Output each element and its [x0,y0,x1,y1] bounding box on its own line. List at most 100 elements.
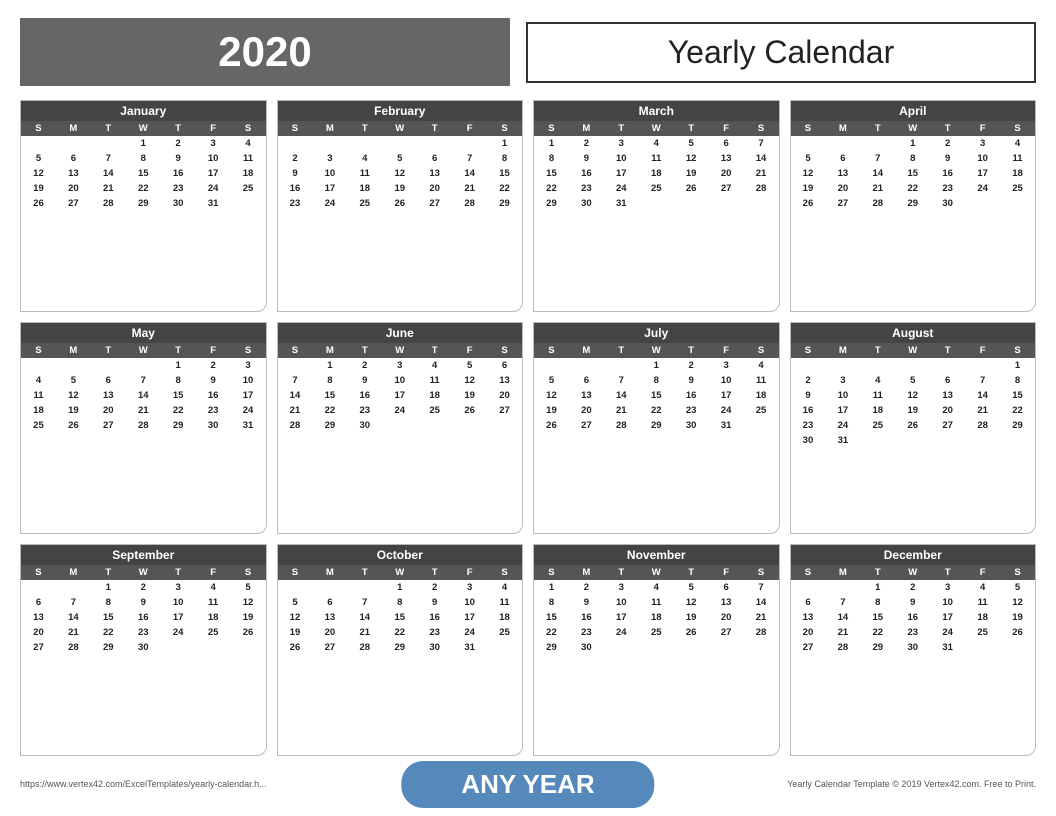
day-header-label: S [487,343,522,358]
day-cell: 31 [231,418,266,433]
day-cell: 23 [569,625,604,640]
day-cell: 1 [534,136,569,151]
day-cell-empty [965,358,1000,373]
day-cell: 22 [312,403,347,418]
day-cell: 6 [56,151,91,166]
day-header-label: S [534,343,569,358]
day-header-label: M [312,121,347,136]
day-cell: 8 [639,373,674,388]
day-header-label: T [161,565,196,580]
day-cell: 29 [534,196,569,211]
day-header-label: T [417,121,452,136]
day-cell: 17 [709,388,744,403]
day-cell: 25 [860,418,895,433]
day-cell: 30 [895,640,930,655]
day-cell: 27 [417,196,452,211]
day-cell: 16 [347,388,382,403]
day-cell: 28 [825,640,860,655]
day-cell: 28 [744,181,779,196]
day-header-label: W [895,121,930,136]
day-cell: 25 [965,625,1000,640]
day-cell: 15 [161,388,196,403]
day-cell: 1 [487,136,522,151]
day-cell: 28 [860,196,895,211]
day-cell: 24 [604,181,639,196]
day-header-label: S [744,343,779,358]
day-cell: 18 [417,388,452,403]
day-header-label: F [965,121,1000,136]
day-cell: 20 [56,181,91,196]
day-cell: 15 [91,610,126,625]
day-cell-empty [534,358,569,373]
day-cell: 4 [231,136,266,151]
day-cell: 1 [639,358,674,373]
day-cell: 26 [231,625,266,640]
day-cell: 22 [1000,403,1035,418]
day-cell: 5 [278,595,313,610]
day-header-label: M [56,343,91,358]
day-cell: 1 [895,136,930,151]
day-cell: 4 [639,580,674,595]
day-cell: 26 [534,418,569,433]
day-cell: 10 [604,595,639,610]
day-cell: 8 [126,151,161,166]
day-cell: 26 [382,196,417,211]
day-cell: 5 [534,373,569,388]
day-cell: 9 [347,373,382,388]
days-grid: 1234567891011121314151617181920212223242… [21,136,266,311]
day-cell: 3 [196,136,231,151]
day-cell: 15 [860,610,895,625]
day-cell: 13 [930,388,965,403]
month-name: January [21,101,266,121]
day-cell: 31 [709,418,744,433]
day-cell: 9 [417,595,452,610]
day-cell: 27 [487,403,522,418]
day-cell: 6 [417,151,452,166]
day-cell-empty [791,580,826,595]
day-cell: 29 [895,196,930,211]
day-cell: 17 [930,610,965,625]
day-cell: 23 [278,196,313,211]
day-cell-empty [56,136,91,151]
day-header-label: W [639,121,674,136]
days-grid: 1234567891011121314151617181920212223242… [278,358,523,533]
day-cell: 3 [604,136,639,151]
day-headers: SMTWTFS [278,565,523,580]
day-header-label: S [231,343,266,358]
day-cell: 4 [965,580,1000,595]
day-cell: 8 [534,151,569,166]
day-cell: 18 [744,388,779,403]
month-name: September [21,545,266,565]
day-cell: 29 [91,640,126,655]
day-cell: 10 [965,151,1000,166]
day-cell: 12 [452,373,487,388]
month-card-june: JuneSMTWTFS12345678910111213141516171819… [277,322,524,534]
day-cell: 7 [604,373,639,388]
day-cell: 19 [231,610,266,625]
day-cell: 26 [278,640,313,655]
day-cell: 30 [569,196,604,211]
calendar-title: Yearly Calendar [526,22,1036,83]
day-cell: 18 [21,403,56,418]
day-header-label: W [382,343,417,358]
day-header-label: W [126,565,161,580]
day-header-label: F [709,565,744,580]
day-header-label: M [312,565,347,580]
day-header-label: F [196,343,231,358]
day-header-label: T [604,343,639,358]
month-name: February [278,101,523,121]
day-header-label: T [860,565,895,580]
day-cell: 30 [161,196,196,211]
day-cell: 21 [91,181,126,196]
day-cell: 29 [312,418,347,433]
day-cell: 7 [126,373,161,388]
day-cell: 24 [965,181,1000,196]
day-cell: 21 [347,625,382,640]
day-cell: 25 [21,418,56,433]
day-cell: 10 [604,151,639,166]
day-cell: 12 [1000,595,1035,610]
day-cell: 16 [126,610,161,625]
day-cell: 7 [860,151,895,166]
day-header-label: S [487,121,522,136]
month-name: June [278,323,523,343]
